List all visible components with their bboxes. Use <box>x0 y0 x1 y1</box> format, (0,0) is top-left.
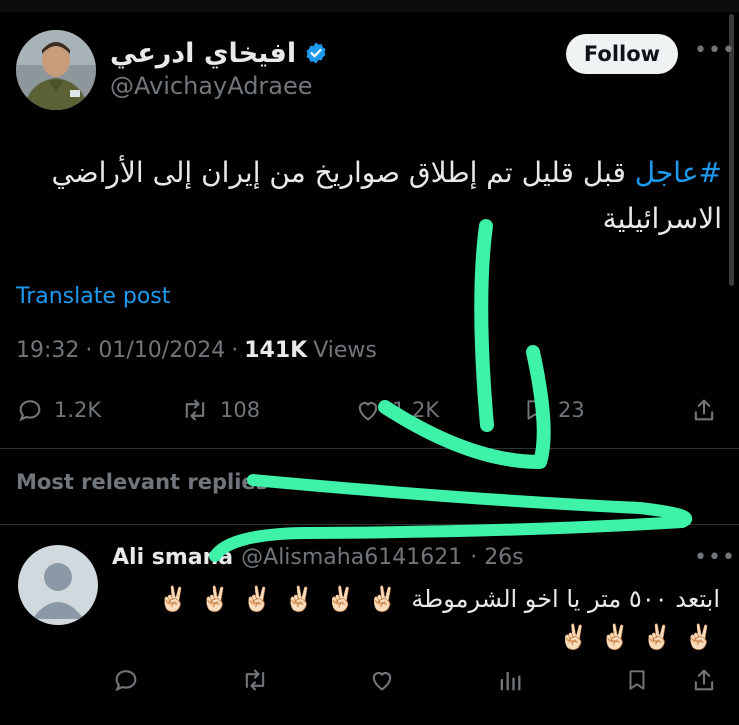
tweet-meta: 19:32 · 01/10/2024 · 141K Views <box>16 338 377 363</box>
like-button[interactable]: 1.2K <box>354 396 439 424</box>
follow-button[interactable]: Follow <box>566 34 678 74</box>
like-count: 1.2K <box>392 398 440 422</box>
victory-hand-emoji: ✌🏻 <box>558 623 589 651</box>
meta-separator: · <box>85 338 93 363</box>
tweet-time[interactable]: 19:32 <box>16 338 79 363</box>
reply-author-handle[interactable]: @Alismaha6141621 <box>241 545 462 570</box>
reply-icon <box>19 400 41 422</box>
share-icon <box>694 399 714 421</box>
more-icon[interactable]: ••• <box>694 38 736 63</box>
repost-icon[interactable] <box>240 666 270 694</box>
repost-button[interactable]: 108 <box>180 396 260 424</box>
views-label: Views <box>313 338 377 363</box>
like-icon <box>358 402 378 421</box>
victory-hand-emoji: ✌🏻 <box>642 623 673 651</box>
analytics-icon[interactable] <box>496 666 524 694</box>
bookmark-button[interactable]: 23 <box>522 396 585 424</box>
author-photo <box>16 30 96 110</box>
verified-badge-icon <box>306 42 326 64</box>
reply-count: 1.2K <box>54 398 102 422</box>
like-icon[interactable] <box>368 666 396 694</box>
author-avatar[interactable] <box>16 30 96 110</box>
reply-text: ابتعد ٥٠٠ متر يا اخو الشرموطة ✌🏻 ✌🏻 ✌🏻 ✌🏻 ✌🏻… <box>120 580 720 656</box>
author-name-row: افيخاي ادرعي <box>110 36 328 70</box>
reply-age: · 26s <box>470 545 524 570</box>
victory-hand-emoji: ✌🏻 <box>242 585 272 613</box>
repost-count: 108 <box>220 398 261 422</box>
reply-icon[interactable] <box>112 666 140 694</box>
divider <box>0 524 739 525</box>
repost-icon <box>185 399 205 421</box>
victory-hand-emoji: ✌🏻 <box>600 623 631 651</box>
victory-hand-emoji: ✌🏻 <box>325 585 356 613</box>
reply-avatar[interactable] <box>18 545 98 625</box>
top-strip <box>0 0 739 12</box>
default-avatar-icon <box>32 563 84 619</box>
victory-hand-emoji: ✌🏻 <box>284 585 314 613</box>
share-button[interactable] <box>690 396 718 424</box>
reply-header: Ali smana @Alismaha6141621 · 26s <box>112 545 524 570</box>
reply-body: ابتعد ٥٠٠ متر يا اخو الشرموطة <box>411 585 720 613</box>
reply-button[interactable]: 1.2K <box>16 396 101 424</box>
victory-hand-emoji: ✌🏻 <box>200 585 231 613</box>
bookmark-icon <box>527 400 543 420</box>
share-icon[interactable] <box>690 666 718 694</box>
tweet-date[interactable]: 01/10/2024 <box>98 338 225 363</box>
replies-sort-toggle[interactable]: Most relevant replies <box>16 470 268 494</box>
translate-post-link[interactable]: Translate post <box>16 284 170 309</box>
tweet-screen: افيخاي ادرعي @AvichayAdraee Follow ••• #… <box>0 0 739 725</box>
divider <box>0 448 739 449</box>
tweet-text: #عاجل قبل قليل تم إطلاق صواريخ من إيران … <box>40 150 723 242</box>
victory-hand-emoji: ✌🏻 <box>158 585 189 613</box>
author-handle[interactable]: @AvichayAdraee <box>110 72 313 100</box>
meta-separator: · <box>231 338 239 363</box>
author-display-name[interactable]: افيخاي ادرعي <box>110 38 296 69</box>
victory-hand-emoji: ✌🏻 <box>367 585 398 613</box>
reply-more-icon[interactable]: ••• <box>694 545 736 570</box>
bookmark-icon[interactable] <box>624 666 650 694</box>
reply-author-name[interactable]: Ali smana <box>112 545 233 570</box>
hashtag-link[interactable]: #عاجل <box>635 156 722 189</box>
views-count: 141K <box>244 338 308 363</box>
victory-hand-emoji: ✌🏻 <box>684 623 714 651</box>
tweet-body: قبل قليل تم إطلاق صواريخ من إيران إلى ال… <box>51 156 723 235</box>
bookmark-count: 23 <box>558 398 585 422</box>
